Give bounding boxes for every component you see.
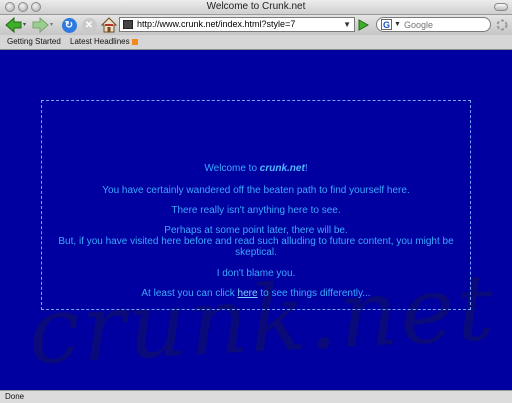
toolbar-toggle-button[interactable] (494, 3, 508, 11)
message-line-4: But, if you have visited here before and… (58, 236, 454, 258)
title-bar: Welcome to Crunk.net (0, 0, 512, 15)
search-engine-dropdown-icon[interactable]: ▼ (394, 18, 401, 31)
here-link[interactable]: here (238, 288, 258, 299)
message-line-1: You have certainly wandered off the beat… (102, 185, 410, 196)
home-button[interactable] (100, 16, 118, 34)
back-button[interactable] (3, 16, 29, 34)
go-icon (358, 19, 369, 31)
stop-button[interactable]: ✕ (80, 16, 98, 34)
message-line-3: Perhaps at some point later, there will … (164, 225, 348, 236)
throbber (494, 16, 510, 34)
throbber-icon (496, 19, 508, 31)
search-engine-icon[interactable]: G (381, 19, 392, 30)
search-input[interactable] (404, 19, 484, 30)
window-title: Welcome to Crunk.net (206, 1, 306, 12)
search-bar[interactable]: G ▼ (376, 17, 491, 32)
status-bar: Done (0, 390, 512, 403)
forward-button[interactable] (30, 16, 56, 34)
url-text: http://www.crunk.net/index.html?style=7 (137, 19, 296, 29)
welcome-line: Welcome to crunk.net! (42, 163, 470, 174)
status-text: Done (5, 392, 25, 401)
line6-prefix: At least you can click (141, 288, 238, 299)
home-icon (101, 17, 117, 33)
message-box: Welcome to crunk.net! You have certainly… (41, 100, 471, 310)
reload-icon: ↻ (61, 17, 77, 33)
line6-suffix: to see things differently... (257, 288, 371, 299)
bookmarks-toolbar: Getting Started Latest Headlines (0, 35, 512, 50)
message-line-5: I don't blame you. (216, 268, 296, 279)
message-line-2: There really isn't anything here to see. (171, 205, 341, 216)
url-history-dropdown-icon[interactable]: ▼ (343, 18, 351, 31)
welcome-prefix: Welcome to (204, 163, 260, 174)
bookmark-getting-started[interactable]: Getting Started (7, 35, 61, 49)
welcome-suffix: ! (304, 163, 308, 174)
forward-icon (32, 17, 53, 33)
bookmark-latest-headlines[interactable]: Latest Headlines (70, 35, 138, 49)
message-line-6: At least you can click here to see thing… (42, 288, 470, 299)
site-favicon-icon (123, 20, 133, 29)
url-bar[interactable]: http://www.crunk.net/index.html?style=7 … (119, 17, 355, 32)
reload-button[interactable]: ↻ (60, 16, 78, 34)
rss-icon (131, 38, 138, 45)
navigation-toolbar: ↻ ✕ http://www.crunk.net/index.html?styl… (0, 15, 512, 35)
stop-icon: ✕ (81, 17, 97, 33)
page-content: crunk.net Welcome to crunk.net! You have… (0, 50, 512, 390)
bookmark-latest-headlines-label: Latest Headlines (70, 37, 130, 46)
back-icon (5, 17, 26, 33)
go-button[interactable] (356, 16, 370, 34)
site-name: crunk.net (259, 163, 305, 174)
